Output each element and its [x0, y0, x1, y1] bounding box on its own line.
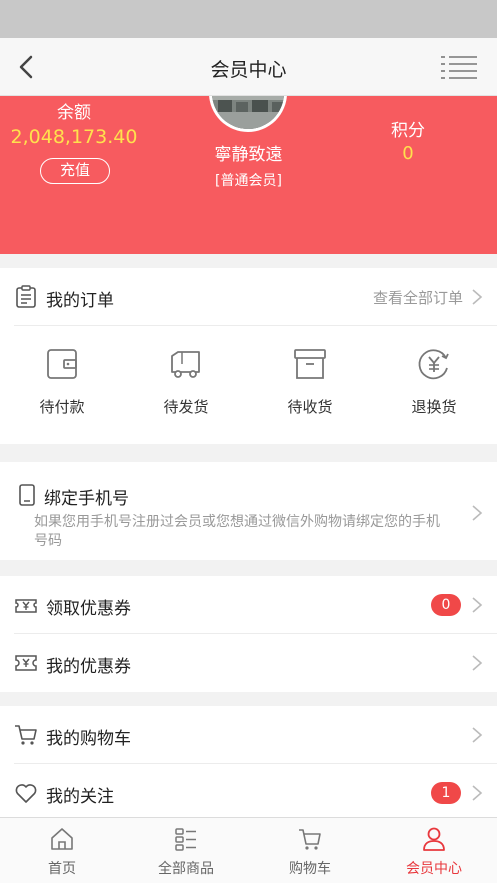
- user-icon: [423, 827, 445, 851]
- page-title: 会员中心: [210, 59, 287, 81]
- bottom-tab-bar: 首页 全部商品 购物车 会员中心: [0, 817, 497, 883]
- chevron-right-icon: [472, 289, 483, 305]
- bind-phone-description: 如果您用手机号注册过会员或您想通过微信外购物请绑定您的手机号码: [34, 514, 440, 549]
- get-coupons-row[interactable]: 领取优惠券 0: [14, 576, 497, 634]
- order-pending-receipt[interactable]: 待收货: [248, 346, 372, 417]
- avatar[interactable]: [209, 96, 287, 132]
- truck-icon: [171, 351, 200, 378]
- tab-home[interactable]: 首页: [0, 826, 124, 878]
- coupons-card: 领取优惠券 0 我的优惠券: [0, 576, 497, 692]
- tab-cart[interactable]: 购物车: [248, 826, 372, 878]
- yen-return-icon: [418, 349, 449, 380]
- order-pending-shipment[interactable]: 待发货: [124, 346, 248, 417]
- cart-icon: [299, 829, 321, 850]
- bind-phone-label: 绑定手机号: [44, 489, 129, 509]
- heart-icon: [15, 784, 37, 803]
- coupon-count-badge: 0: [431, 594, 461, 616]
- more-card: 我的购物车 我的关注 1: [0, 706, 497, 822]
- points-label: 积分: [391, 121, 425, 141]
- chevron-right-icon: [472, 505, 483, 521]
- tab-label: 购物车: [289, 861, 331, 877]
- my-coupons-label: 我的优惠券: [46, 657, 131, 677]
- points-value: 0: [402, 143, 414, 164]
- clipboard-icon: [16, 285, 36, 308]
- cart-icon: [15, 725, 37, 745]
- my-orders-label: 我的订单: [46, 291, 114, 311]
- my-cart-label: 我的购物车: [46, 729, 131, 749]
- tab-label: 全部商品: [158, 861, 214, 877]
- orders-card: 我的订单 查看全部订单 待付款 待发货 待收货 退换货: [0, 268, 497, 444]
- tab-member-center[interactable]: 会员中心: [372, 826, 496, 878]
- follow-count-badge: 1: [431, 782, 461, 804]
- balance-label: 余额: [57, 103, 91, 123]
- my-follows-row[interactable]: 我的关注 1: [14, 764, 497, 822]
- bind-phone-row[interactable]: 绑定手机号 如果您用手机号注册过会员或您想通过微信外购物请绑定您的手机号码: [14, 462, 497, 560]
- box-icon: [294, 349, 326, 379]
- my-coupons-row[interactable]: 我的优惠券: [14, 634, 497, 692]
- tab-label: 首页: [48, 861, 76, 877]
- status-bar: [0, 0, 497, 38]
- ticket-icon: [15, 655, 37, 671]
- navigation-bar: 会员中心: [0, 38, 497, 96]
- order-status-row: 待付款 待发货 待收货 退换货: [0, 326, 497, 444]
- chevron-right-icon: [472, 597, 483, 613]
- list-icon: [175, 828, 196, 851]
- wallet-icon: [47, 349, 77, 379]
- order-status-label: 待付款: [39, 398, 85, 416]
- order-returns[interactable]: 退换货: [372, 346, 496, 417]
- home-icon: [51, 828, 73, 850]
- chevron-right-icon: [472, 785, 483, 801]
- bind-phone-card[interactable]: 绑定手机号 如果您用手机号注册过会员或您想通过微信外购物请绑定您的手机号码: [0, 462, 497, 560]
- tab-label: 会员中心: [406, 861, 462, 877]
- chevron-right-icon: [472, 727, 483, 743]
- tab-all-products[interactable]: 全部商品: [124, 826, 248, 878]
- menu-list-icon[interactable]: [441, 55, 477, 79]
- member-header: 余额 2,048,173.40 充值 寧静致遠 [普通会员] 积分 0: [0, 96, 497, 254]
- phone-icon: [19, 484, 35, 506]
- order-pending-payment[interactable]: 待付款: [0, 346, 124, 417]
- my-follows-label: 我的关注: [46, 787, 114, 807]
- get-coupons-label: 领取优惠券: [46, 599, 131, 619]
- my-cart-row[interactable]: 我的购物车: [14, 706, 497, 764]
- chevron-right-icon: [472, 655, 483, 671]
- view-all-orders-link[interactable]: 查看全部订单: [373, 287, 463, 308]
- coupon-icon: [15, 599, 37, 613]
- member-level: [普通会员]: [215, 173, 282, 189]
- order-status-label: 退换货: [411, 398, 457, 416]
- order-status-label: 待收货: [287, 398, 333, 416]
- order-status-label: 待发货: [163, 398, 209, 416]
- my-orders-row[interactable]: 我的订单 查看全部订单: [14, 268, 497, 326]
